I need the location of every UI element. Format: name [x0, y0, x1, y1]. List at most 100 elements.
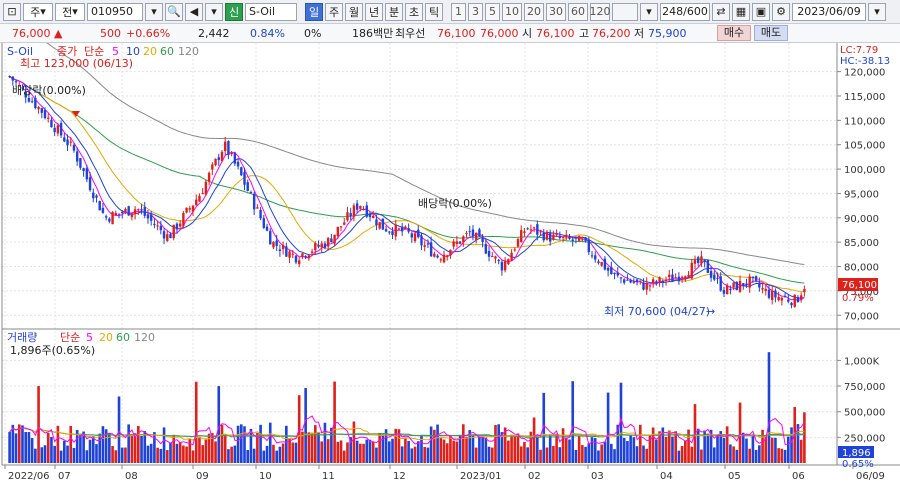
x-tick-label: 10 [259, 471, 272, 482]
dropdown-icon[interactable]: ▾ [640, 2, 658, 21]
candle-body [471, 229, 475, 237]
volume-bar [27, 432, 31, 463]
candle-body [288, 251, 291, 258]
volume-bar [507, 440, 510, 463]
volume-bar [317, 432, 320, 463]
grid-icon[interactable]: ▦ [732, 2, 750, 21]
period-minute[interactable]: 분 [385, 2, 403, 21]
candle-body [204, 181, 208, 195]
volume-bar [429, 426, 433, 463]
code-input[interactable]: 010950 [87, 2, 143, 21]
interval-5[interactable]: 5 [485, 2, 500, 21]
volume-bar [481, 436, 484, 463]
volume-bar [487, 446, 491, 463]
candle-body [384, 229, 388, 232]
window-menu-icon[interactable]: ⊡ [3, 2, 21, 21]
search-icon[interactable]: 🔍 [165, 2, 183, 21]
price-change-pct: +0.66% [126, 26, 171, 40]
candle-body [468, 231, 471, 233]
period-month[interactable]: 월 [345, 2, 363, 21]
candle-body [764, 288, 767, 291]
candle-body [365, 205, 368, 217]
interval-3[interactable]: 3 [468, 2, 483, 21]
best-bid-label: 최우선 [395, 27, 426, 40]
volume-bar [320, 441, 324, 463]
period-year[interactable]: 년 [365, 2, 383, 21]
candle-body [713, 274, 716, 280]
volume-bar [574, 449, 578, 463]
volume-bar [638, 424, 642, 463]
volume-bar [162, 427, 166, 463]
volume-bar [677, 450, 681, 463]
candle-body [748, 276, 751, 288]
stock-chart[interactable]: S-Oil 종가 단순 5 10 20 60 120 최고 123,000 (0… [0, 43, 900, 491]
volume-value: 2,442 [198, 26, 230, 40]
candle-body [455, 241, 459, 244]
volume-bar [223, 435, 227, 463]
volume-bar [220, 424, 224, 463]
dropdown-icon[interactable]: ▾ [205, 2, 223, 21]
volume-bar [545, 447, 549, 463]
volume-bar [474, 447, 478, 463]
interval-custom-input[interactable] [612, 2, 638, 21]
volume-bar [182, 445, 185, 463]
candle-body [133, 209, 137, 215]
period-tick[interactable]: 틱 [425, 2, 443, 21]
open-price: 76,100 [536, 26, 575, 40]
x-tick-label: 05 [728, 471, 741, 482]
interval-20[interactable]: 20 [524, 2, 544, 21]
period-second[interactable]: 초 [405, 2, 423, 21]
x-tick-label: 03 [591, 471, 604, 482]
candle-body [394, 224, 397, 237]
interval-120[interactable]: 120 [590, 2, 611, 21]
candle-body [320, 243, 323, 248]
gear-icon[interactable]: ⚙ [772, 2, 790, 21]
speaker-icon[interactable]: ◀ [185, 2, 203, 21]
volume-bar [46, 432, 50, 463]
dividend-note: 배당락(0.00%) [12, 84, 86, 97]
dropdown-icon[interactable]: ▾ [145, 2, 163, 21]
candle-body [558, 236, 562, 239]
dividend-note-2: 배당락(0.00%) [418, 197, 492, 210]
count-field[interactable]: 248/600 [660, 2, 710, 21]
candle-body [587, 240, 591, 253]
price-tick-label: 95,000 [844, 189, 879, 200]
candle-body [507, 259, 510, 265]
period-week[interactable]: 주 [325, 2, 343, 21]
x-tick-label: 2022/06 [8, 471, 50, 482]
volume-bar [233, 445, 237, 463]
sell-button[interactable]: 매도 [754, 25, 788, 41]
volume-tick-label: 500,000 [844, 408, 885, 419]
volume-bar [185, 446, 188, 463]
interval-30[interactable]: 30 [546, 2, 566, 21]
candle-body [606, 267, 610, 271]
candle-body [256, 207, 259, 209]
market-select[interactable]: 주 ▾ [23, 2, 53, 21]
candle-body [72, 145, 76, 151]
candle-body [34, 98, 37, 108]
interval-10[interactable]: 10 [502, 2, 522, 21]
code-value: 010950 [91, 5, 133, 18]
stock-name-field[interactable]: S-Oil [245, 2, 297, 21]
volume-bar [799, 439, 803, 463]
board-select[interactable]: 전 ▾ [55, 2, 85, 21]
calendar-icon[interactable]: ▾ [868, 2, 886, 21]
date-field[interactable]: 2023/06/09 [792, 2, 866, 21]
candle-body [397, 228, 401, 230]
volume-bar [11, 424, 15, 463]
compare-icon[interactable]: ⇄ [712, 2, 730, 21]
save-icon[interactable]: ▣ [752, 2, 770, 21]
period-day[interactable]: 일 [305, 2, 323, 21]
interval-60[interactable]: 60 [568, 2, 588, 21]
hc-label: HC:-38.13 [840, 56, 890, 67]
candle-body [79, 158, 82, 168]
volume-bar [423, 446, 427, 463]
buy-button[interactable]: 매수 [717, 25, 751, 41]
interval-1[interactable]: 1 [451, 2, 466, 21]
volume-bar [600, 444, 603, 463]
candle-body [146, 214, 150, 219]
candle-body [687, 275, 690, 278]
volume-bar [571, 381, 575, 463]
x-tick-label: 07 [58, 471, 71, 482]
candle-body [700, 256, 703, 264]
